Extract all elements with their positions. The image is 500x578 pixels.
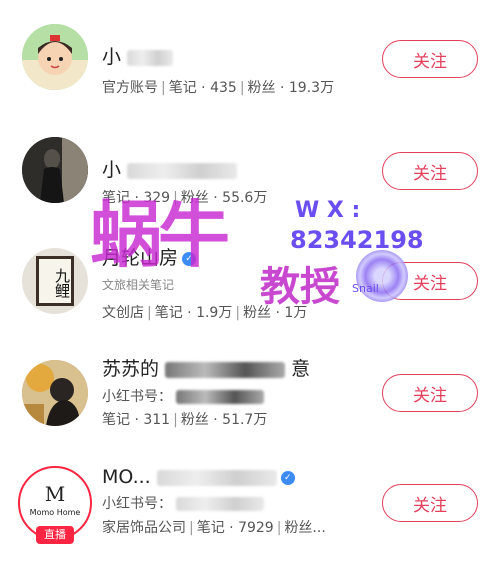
user-meta: 文创店 | 笔记 · 1.9万 | 粉丝 · 1万 bbox=[102, 305, 308, 321]
user-name-text: 小 bbox=[102, 46, 122, 68]
user-id: 小红书号： bbox=[102, 386, 265, 406]
user-row[interactable]: 小 官方账号 | 笔记 · 435 | 粉丝 · 19.3万 关注 bbox=[0, 24, 500, 136]
avatar[interactable] bbox=[22, 137, 88, 203]
user-name[interactable]: 小 bbox=[102, 42, 174, 69]
user-meta: 笔记 · 311 | 粉丝 · 51.7万 bbox=[102, 412, 268, 428]
redacted-name bbox=[165, 361, 286, 378]
redacted-id bbox=[176, 390, 265, 404]
follow-button[interactable]: 关注 bbox=[382, 374, 478, 412]
user-meta: 官方账号 | 笔记 · 435 | 粉丝 · 19.3万 bbox=[102, 80, 335, 96]
user-meta: 家居饰品公司 | 笔记 · 7929 | 粉丝... bbox=[102, 520, 326, 536]
follow-button[interactable]: 关注 bbox=[382, 484, 478, 522]
avatar[interactable] bbox=[22, 360, 88, 426]
avatar[interactable]: 九鲤 bbox=[22, 248, 88, 314]
user-row[interactable]: 苏苏的 意 小红书号： 笔记 · 311 | 粉丝 · 51.7万 关注 bbox=[0, 358, 500, 472]
follow-button[interactable]: 关注 bbox=[382, 152, 478, 190]
user-meta: 笔记 · 329 | 粉丝 · 55.6万 bbox=[102, 190, 268, 206]
calligraphy-avatar-icon: 九鲤 bbox=[36, 256, 74, 306]
cartoon-avatar-icon bbox=[22, 24, 88, 90]
user-name[interactable]: 苏苏的 意 bbox=[102, 354, 310, 381]
user-name[interactable]: 小 bbox=[102, 155, 238, 182]
redacted-name bbox=[127, 162, 238, 179]
live-badge[interactable]: 直播 bbox=[36, 526, 74, 544]
photo-avatar-icon bbox=[22, 137, 88, 203]
brand-logo-icon: M bbox=[44, 482, 66, 506]
redacted-name bbox=[156, 469, 277, 486]
user-row[interactable]: 小 笔记 · 329 | 粉丝 · 55.6万 关注 bbox=[0, 137, 500, 249]
verified-icon: ✓ bbox=[182, 251, 197, 266]
user-tag: 文旅相关笔记 bbox=[102, 278, 175, 292]
user-row[interactable]: M Momo Home 直播 MO... ✓ 小红书号： 家居饰品公司 | 笔记 ·… bbox=[0, 466, 500, 578]
avatar[interactable] bbox=[22, 24, 88, 90]
verified-icon: ✓ bbox=[280, 470, 295, 485]
user-name-text: 苏苏的 bbox=[102, 358, 160, 380]
follow-button[interactable]: 关注 bbox=[382, 262, 478, 300]
follow-button[interactable]: 关注 bbox=[382, 40, 478, 78]
redacted-id bbox=[176, 497, 265, 511]
photo-avatar-icon bbox=[22, 360, 88, 426]
user-list: 小 官方账号 | 笔记 · 435 | 粉丝 · 19.3万 关注 小 笔记 · 329… bbox=[0, 0, 500, 559]
user-name-text: 小 bbox=[102, 159, 122, 181]
user-name-text: 月轮山房 bbox=[102, 247, 179, 269]
user-id: 小红书号： bbox=[102, 493, 265, 513]
user-name[interactable]: 月轮山房 ✓ bbox=[102, 243, 197, 270]
user-name-text: MO... bbox=[102, 466, 151, 488]
brand-logo-text: Momo Home bbox=[29, 508, 81, 517]
user-row[interactable]: 九鲤 月轮山房 ✓ 文旅相关笔记 文创店 | 笔记 · 1.9万 | 粉丝 · 1万 关注 bbox=[0, 247, 500, 360]
redacted-name bbox=[127, 49, 174, 66]
user-name[interactable]: MO... ✓ bbox=[102, 466, 295, 488]
